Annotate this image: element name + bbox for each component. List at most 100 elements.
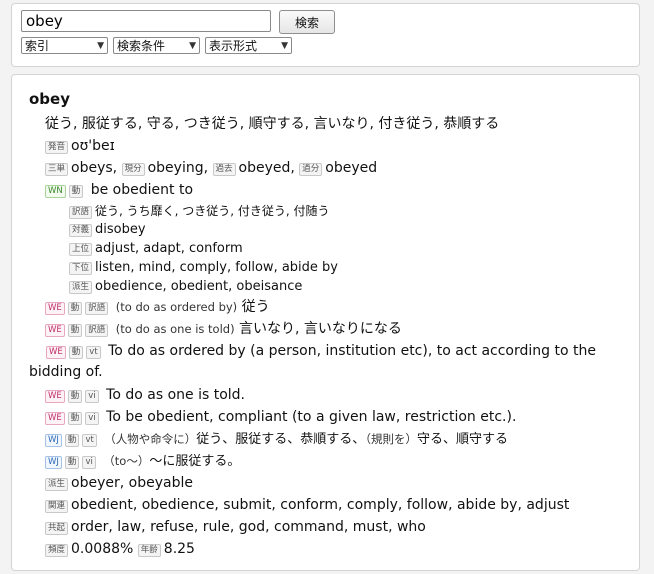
source-badge-we: WE: [45, 324, 65, 337]
sense-row: WE 動 vi To be obedient, compliant (to a gi…: [45, 407, 516, 427]
inflection-tag: 過分: [299, 163, 323, 176]
sense-text: 〜に服従する。: [149, 454, 241, 469]
pos-tag: 動: [64, 434, 80, 447]
age-tag: 年齢: [137, 544, 161, 557]
pos-tag: 動: [67, 302, 83, 315]
pos-tag: 動: [68, 185, 84, 198]
inflection-tag: 現分: [121, 163, 145, 176]
sense-note: （to〜）: [103, 454, 150, 468]
sense-subtag: vi: [85, 412, 99, 425]
wordnet-subtag: 下位: [69, 262, 93, 275]
wordnet-row: WN 動 be obedient to: [45, 180, 193, 200]
sense-text: 守る、順守する: [417, 432, 509, 447]
wordnet-subrow: 下位 listen, mind, comply, follow, abide by: [69, 258, 338, 278]
collocations-row: 共起 order, law, refuse, rule, god, command…: [45, 517, 426, 537]
definition-ja: 従う, 服従する, 守る, つき従う, 順守する, 言いなり, 付き従う, 恭順…: [45, 116, 500, 132]
collocations-text: order, law, refuse, rule, god, command, …: [71, 519, 426, 535]
pos-tag: 動: [67, 390, 83, 403]
sense-row: WJ 動 vi （to〜）〜に服従する。: [45, 451, 240, 472]
result-panel: obey 従う, 服従する, 守る, つき従う, 順守する, 言いなり, 付き従…: [11, 74, 640, 571]
sense-text: To do as one is told.: [106, 387, 245, 403]
stats-row: 頻度 0.0088% 年齢 8.25: [45, 539, 195, 559]
source-badge-we: WE: [46, 346, 66, 359]
source-badge-we: WE: [45, 390, 65, 403]
wordnet-subrow: 対義 disobey: [69, 220, 146, 240]
sense-note: （人物や命令に）: [104, 432, 197, 446]
source-badge-we: WE: [45, 412, 65, 425]
index-select-value: 索引: [25, 39, 50, 53]
frequency-tag: 頻度: [45, 544, 69, 557]
pos-tag: 動: [68, 346, 84, 359]
sense-row: WE 動 vi To do as one is told.: [45, 385, 245, 405]
sense-text: 従う: [241, 299, 270, 315]
related-tag: 関連: [45, 500, 69, 513]
sense-text: 従う、服従する、恭順する、: [196, 432, 366, 447]
sense-text: 言いなり, 言いなりになる: [239, 321, 402, 337]
pos-tag: 動: [67, 324, 83, 337]
sense-text: To do as ordered by (a person, instituti…: [29, 343, 596, 380]
condition-select-value: 検索条件: [117, 39, 166, 53]
sense-subtag: vt: [82, 434, 97, 447]
wordnet-subrow: 派生 obedience, obedient, obeisance: [69, 277, 302, 297]
sense-note: (to do as ordered by): [115, 300, 238, 314]
pos-tag: 動: [64, 456, 80, 469]
sense-subtag: 訳語: [85, 324, 109, 337]
chevron-down-icon: ▼: [189, 40, 196, 51]
sense-note: （規則を）: [365, 432, 418, 446]
source-badge-wj: WJ: [45, 456, 62, 469]
related-text: obedient, obedience, submit, conform, co…: [71, 497, 570, 513]
wordnet-subrow: 上位 adjust, adapt, conform: [69, 239, 243, 259]
frequency-value: 0.0088%: [71, 541, 134, 557]
source-badge-we: WE: [45, 302, 65, 315]
source-badge-wj: WJ: [45, 434, 62, 447]
display-select-value: 表示形式: [209, 39, 258, 53]
sense-subtag: vi: [82, 456, 96, 469]
inflection-text: obeys,: [71, 160, 118, 176]
wordnet-subtag: 上位: [69, 243, 93, 256]
derived-tag: 派生: [45, 478, 69, 491]
wordnet-subtext: listen, mind, comply, follow, abide by: [95, 260, 338, 275]
search-input[interactable]: [21, 10, 271, 32]
source-badge-wn: WN: [45, 185, 66, 198]
collocations-tag: 共起: [45, 522, 69, 535]
sense-row: WE 動 vt To do as ordered by (a person, ins…: [29, 341, 633, 383]
inflection-tag: 過去: [212, 163, 236, 176]
wordnet-subrow: 訳語 従う, うち靡く, つき従う, 付き従う, 付随う: [69, 201, 330, 222]
pronunciation-tag: 発音: [45, 141, 69, 154]
sense-subtag: vt: [86, 346, 101, 359]
inflection-text: obeyed: [325, 160, 378, 176]
chevron-down-icon: ▼: [97, 40, 104, 51]
display-select[interactable]: 表示形式 ▼: [205, 37, 292, 54]
wordnet-subtext: 従う, うち靡く, つき従う, 付き従う, 付随う: [95, 204, 330, 218]
sense-text: To be obedient, compliant (to a given la…: [106, 409, 517, 425]
search-button[interactable]: 検索: [279, 10, 335, 34]
pronunciation-text: oʊ'beɪ: [71, 138, 115, 154]
wordnet-subtag: 訳語: [69, 206, 93, 219]
wordnet-subtag: 派生: [69, 281, 93, 294]
condition-select[interactable]: 検索条件 ▼: [113, 37, 200, 54]
wordnet-subtext: obedience, obedient, obeisance: [95, 279, 303, 294]
sense-row: WE 動訳語 (to do as one is told) 言いなり, 言いなりに…: [45, 319, 402, 339]
inflection-text: obeyed,: [238, 160, 295, 176]
headword: obey: [29, 90, 70, 108]
inflections-row: 三単 obeys, 現分 obeying, 過去 obeyed, 過分 obeyed: [45, 158, 377, 178]
sense-row: WJ 動 vt （人物や命令に）従う、服従する、恭順する、（規則を）守る、順守する: [45, 429, 508, 450]
sense-subtag: 訳語: [85, 302, 109, 315]
inflection-text: obeying,: [147, 160, 209, 176]
derived-text: obeyer, obeyable: [71, 475, 193, 491]
wordnet-subtext: disobey: [95, 222, 146, 237]
sense-note: (to do as one is told): [115, 322, 235, 336]
chevron-down-icon: ▼: [281, 40, 288, 51]
derived-row: 派生 obeyer, obeyable: [45, 473, 193, 493]
inflection-tag: 三単: [45, 163, 69, 176]
pronunciation-row: 発音 oʊ'beɪ: [45, 136, 115, 156]
wordnet-subtag: 対義: [69, 224, 93, 237]
age-value: 8.25: [163, 541, 195, 557]
pos-tag: 動: [67, 412, 83, 425]
wordnet-subtext: adjust, adapt, conform: [95, 241, 243, 256]
related-row: 関連 obedient, obedience, submit, conform, …: [45, 495, 569, 515]
index-select[interactable]: 索引 ▼: [21, 37, 108, 54]
wordnet-gloss: be obedient to: [90, 182, 194, 198]
sense-row: WE 動訳語 (to do as ordered by) 従う: [45, 297, 270, 317]
sense-subtag: vi: [85, 390, 99, 403]
